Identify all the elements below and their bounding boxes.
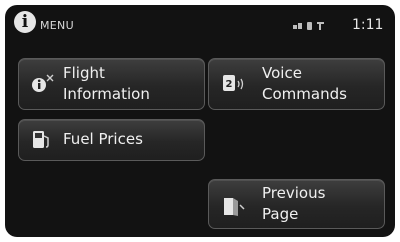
previous-page-button[interactable]: Previous Page: [208, 179, 385, 229]
fuel-prices-label: Fuel Prices: [63, 130, 143, 148]
menu-screen: i MENU 1:11 Flight Information 2 Voice C…: [5, 5, 395, 237]
previous-page-label: Previous Page: [262, 184, 326, 223]
phone-icon-stem: [319, 24, 321, 30]
battery-icon: [307, 22, 312, 30]
flight-information-button[interactable]: Flight Information: [18, 58, 205, 110]
flight-info-icon: [32, 74, 54, 92]
signal-icon: [293, 25, 297, 29]
fuel-pump-icon: [33, 131, 49, 148]
voice-commands-label: Voice Commands: [262, 64, 347, 103]
menu-title: MENU: [40, 19, 74, 32]
voice-command-icon: 2: [223, 75, 244, 91]
info-icon: i: [14, 11, 36, 33]
status-icons: [293, 21, 333, 31]
clock: 1:11: [352, 17, 384, 33]
voice-commands-button[interactable]: 2 Voice Commands: [208, 58, 385, 110]
svg-text:2: 2: [226, 79, 233, 90]
fuel-prices-button[interactable]: Fuel Prices: [18, 119, 205, 161]
previous-page-icon: [224, 198, 245, 216]
signal-icon-bar: [298, 23, 302, 29]
top-bar: i MENU 1:11: [5, 5, 395, 45]
flight-information-label: Flight Information: [63, 64, 150, 103]
